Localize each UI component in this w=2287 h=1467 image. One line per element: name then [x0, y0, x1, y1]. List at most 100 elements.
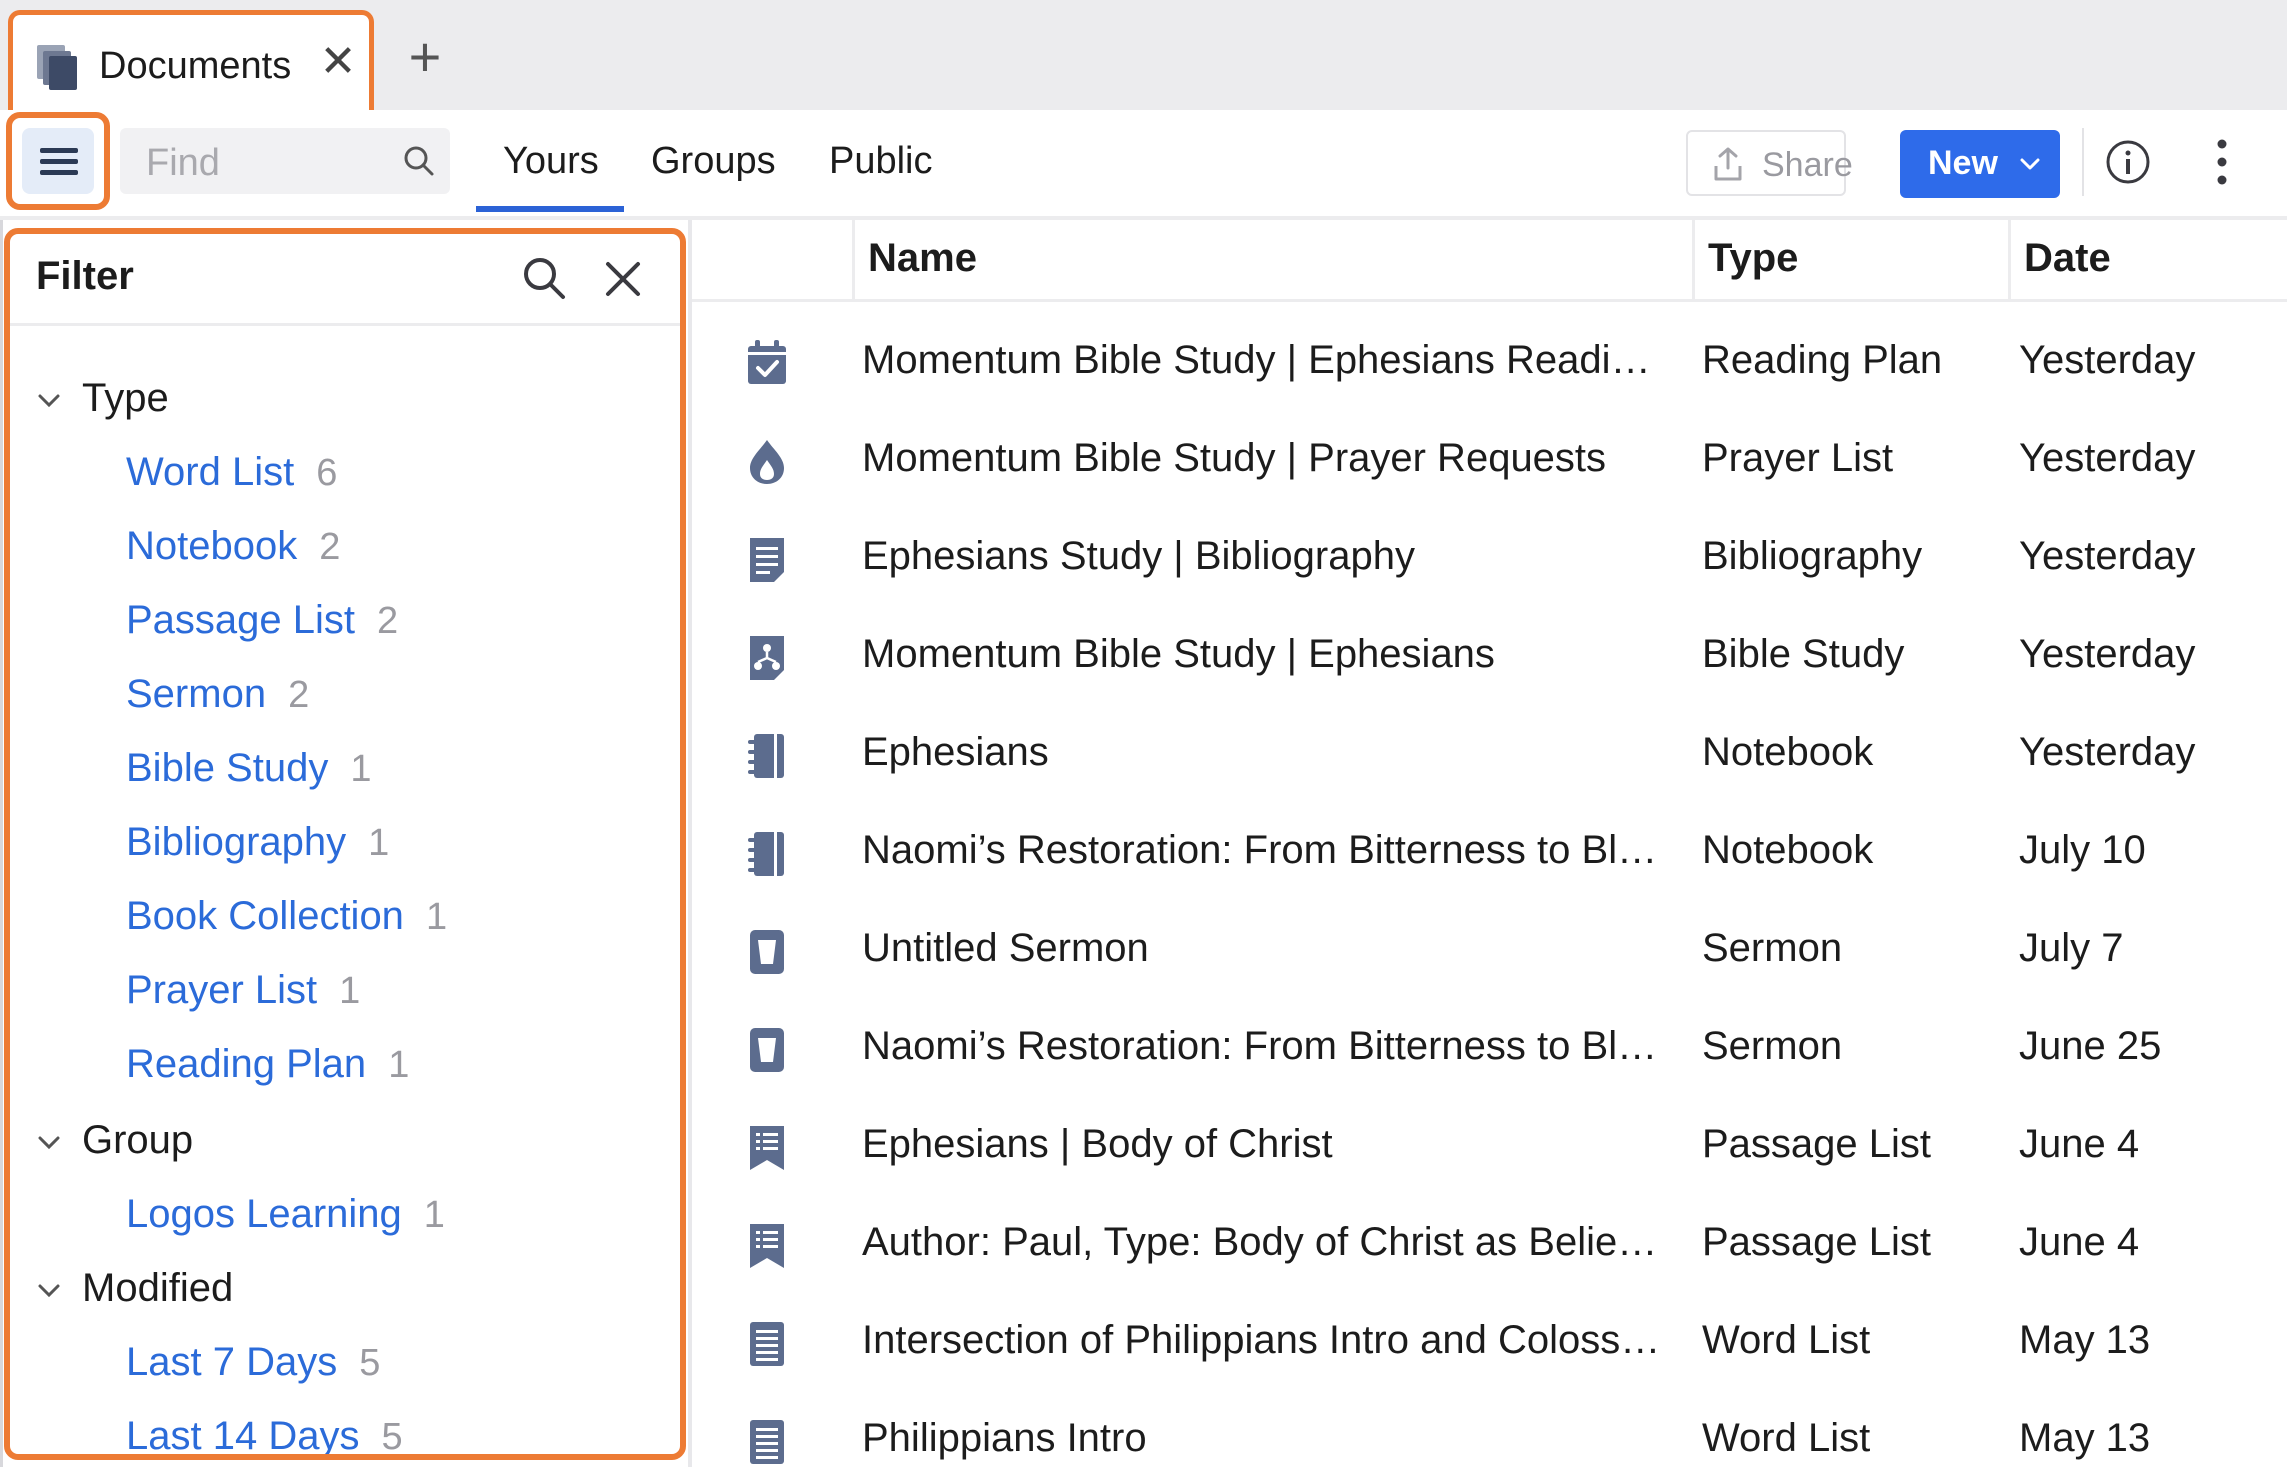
facet-last-14-days[interactable]: Last 14 Days 5	[126, 1414, 403, 1458]
document-date: Yesterday	[2019, 436, 2196, 480]
chevron-down-icon	[2020, 158, 2040, 170]
new-button[interactable]: New	[1900, 130, 2060, 198]
notebook-icon	[748, 734, 784, 778]
facet-passage-list[interactable]: Passage List 2	[126, 598, 398, 650]
table-row[interactable]: Intersection of Philippians Intro and Co…	[692, 1294, 2287, 1392]
facet-count: 1	[388, 1044, 410, 1086]
facet-word-list[interactable]: Word List 6	[126, 450, 337, 502]
sermon-icon	[750, 1028, 784, 1072]
document-type: Bible Study	[1702, 632, 1905, 676]
chevron-down-icon	[38, 1284, 60, 1298]
add-tab-icon[interactable]: +	[398, 29, 452, 85]
table-row[interactable]: Ephesians Notebook Yesterday	[692, 706, 2287, 804]
document-date: Yesterday	[2019, 730, 2196, 774]
tab-documents[interactable]: Documents ✕	[8, 10, 374, 110]
table-row[interactable]: Momentum Bible Study | Ephesians Bible S…	[692, 608, 2287, 706]
column-header-date[interactable]: Date	[2024, 236, 2111, 281]
document-date: July 7	[2019, 926, 2124, 970]
document-name: Ephesians | Body of Christ	[862, 1122, 1333, 1166]
documents-table: Name Type Date Momentum Bible Study | Ep…	[692, 218, 2287, 1467]
facet-bibliography[interactable]: Bibliography 1	[126, 820, 389, 872]
document-date: May 13	[2019, 1318, 2151, 1362]
table-row[interactable]: Author: Paul, Type: Body of Christ as Be…	[692, 1196, 2287, 1294]
column-divider	[2008, 218, 2011, 302]
document-name: Philippians Intro	[862, 1416, 1147, 1460]
document-type: Passage List	[1702, 1122, 1932, 1166]
facet-label: Last 14 Days	[126, 1414, 360, 1458]
tab-title: Documents	[99, 45, 292, 87]
info-icon[interactable]	[2104, 138, 2152, 186]
document-name: Ephesians	[862, 730, 1049, 774]
column-header-type[interactable]: Type	[1708, 236, 1798, 281]
prayer-list-icon	[750, 440, 784, 484]
document-type: Notebook	[1702, 730, 1874, 774]
table-row[interactable]: Momentum Bible Study | Prayer Requests P…	[692, 412, 2287, 510]
document-type: Sermon	[1702, 926, 1843, 970]
more-options-icon[interactable]	[2210, 136, 2234, 188]
share-label: Share	[1762, 146, 1853, 184]
facet-label: Book Collection	[126, 894, 404, 938]
facet-reading-plan[interactable]: Reading Plan 1	[126, 1042, 409, 1094]
tab-close-icon[interactable]: ✕	[313, 37, 363, 87]
facet-count: 1	[423, 1194, 445, 1236]
tab-groups[interactable]: Groups	[651, 140, 776, 183]
filter-group-label: Type	[82, 376, 169, 420]
table-row[interactable]: Naomi’s Restoration: From Bitterness to …	[692, 804, 2287, 902]
facet-label: Logos Learning	[126, 1192, 402, 1236]
table-row[interactable]: Ephesians | Body of Christ Passage List …	[692, 1098, 2287, 1196]
document-name: Naomi’s Restoration: From Bitterness to …	[862, 1024, 1662, 1068]
tab-yours[interactable]: Yours	[503, 140, 599, 183]
table-row[interactable]: Naomi’s Restoration: From Bitterness to …	[692, 1000, 2287, 1098]
new-label: New	[1928, 144, 1998, 182]
search-icon[interactable]	[520, 254, 568, 302]
chevron-down-icon	[38, 394, 60, 408]
facet-count: 2	[319, 526, 341, 568]
facet-count: 2	[288, 674, 310, 716]
share-button[interactable]: Share	[1686, 130, 1853, 196]
close-icon[interactable]	[600, 256, 646, 302]
facet-count: 1	[425, 896, 448, 938]
facet-logos-learning[interactable]: Logos Learning 1	[126, 1192, 445, 1244]
selected-tab-indicator	[476, 206, 624, 212]
table-row[interactable]: Momentum Bible Study | Ephesians Readin……	[692, 314, 2287, 412]
facet-label: Reading Plan	[126, 1042, 367, 1086]
document-type: Word List	[1702, 1416, 1871, 1460]
document-type: Notebook	[1702, 828, 1874, 872]
facet-count: 2	[377, 600, 399, 642]
facet-book-collection[interactable]: Book Collection 1	[126, 894, 447, 946]
facet-label: Prayer List	[126, 968, 318, 1012]
table-row[interactable]: Ephesians Study | Bibliography Bibliogra…	[692, 510, 2287, 608]
toolbar-divider	[2082, 128, 2084, 196]
facet-prayer-list[interactable]: Prayer List 1	[126, 968, 360, 1020]
facet-count: 5	[381, 1416, 403, 1458]
document-name: Intersection of Philippians Intro and Co…	[862, 1318, 1661, 1362]
facet-bible-study[interactable]: Bible Study 1	[126, 746, 371, 798]
table-row[interactable]: Untitled Sermon Sermon July 7	[692, 902, 2287, 1000]
facet-label: Notebook	[126, 524, 298, 568]
document-type: Word List	[1702, 1318, 1871, 1362]
document-type: Passage List	[1702, 1220, 1932, 1264]
column-header-name[interactable]: Name	[868, 236, 977, 281]
facet-count: 6	[316, 452, 338, 494]
chevron-down-icon	[38, 1136, 60, 1150]
facet-last-7-days[interactable]: Last 7 Days 5	[126, 1340, 380, 1392]
search-icon	[404, 146, 434, 176]
table-header: Name Type Date	[692, 218, 2287, 302]
document-type: Bibliography	[1702, 534, 1923, 578]
word-list-icon	[750, 1420, 784, 1464]
find-placeholder: Find	[146, 142, 220, 184]
filter-group-label: Group	[82, 1118, 194, 1162]
window-left-edge	[0, 220, 3, 1467]
facet-label: Passage List	[126, 598, 356, 642]
facet-notebook[interactable]: Notebook 2	[126, 524, 340, 576]
toolbar: Find Yours Groups Public Share New	[0, 110, 2287, 220]
find-input[interactable]: Find	[120, 128, 450, 194]
tab-public[interactable]: Public	[829, 140, 933, 183]
facet-sermon[interactable]: Sermon 2	[126, 672, 309, 724]
document-type: Prayer List	[1702, 436, 1894, 480]
table-row[interactable]: Philippians Intro Word List May 13	[692, 1392, 2287, 1467]
facet-label: Word List	[126, 450, 295, 494]
filter-title: Filter	[36, 254, 134, 298]
menu-button[interactable]	[6, 112, 110, 210]
document-date: Yesterday	[2019, 632, 2196, 676]
